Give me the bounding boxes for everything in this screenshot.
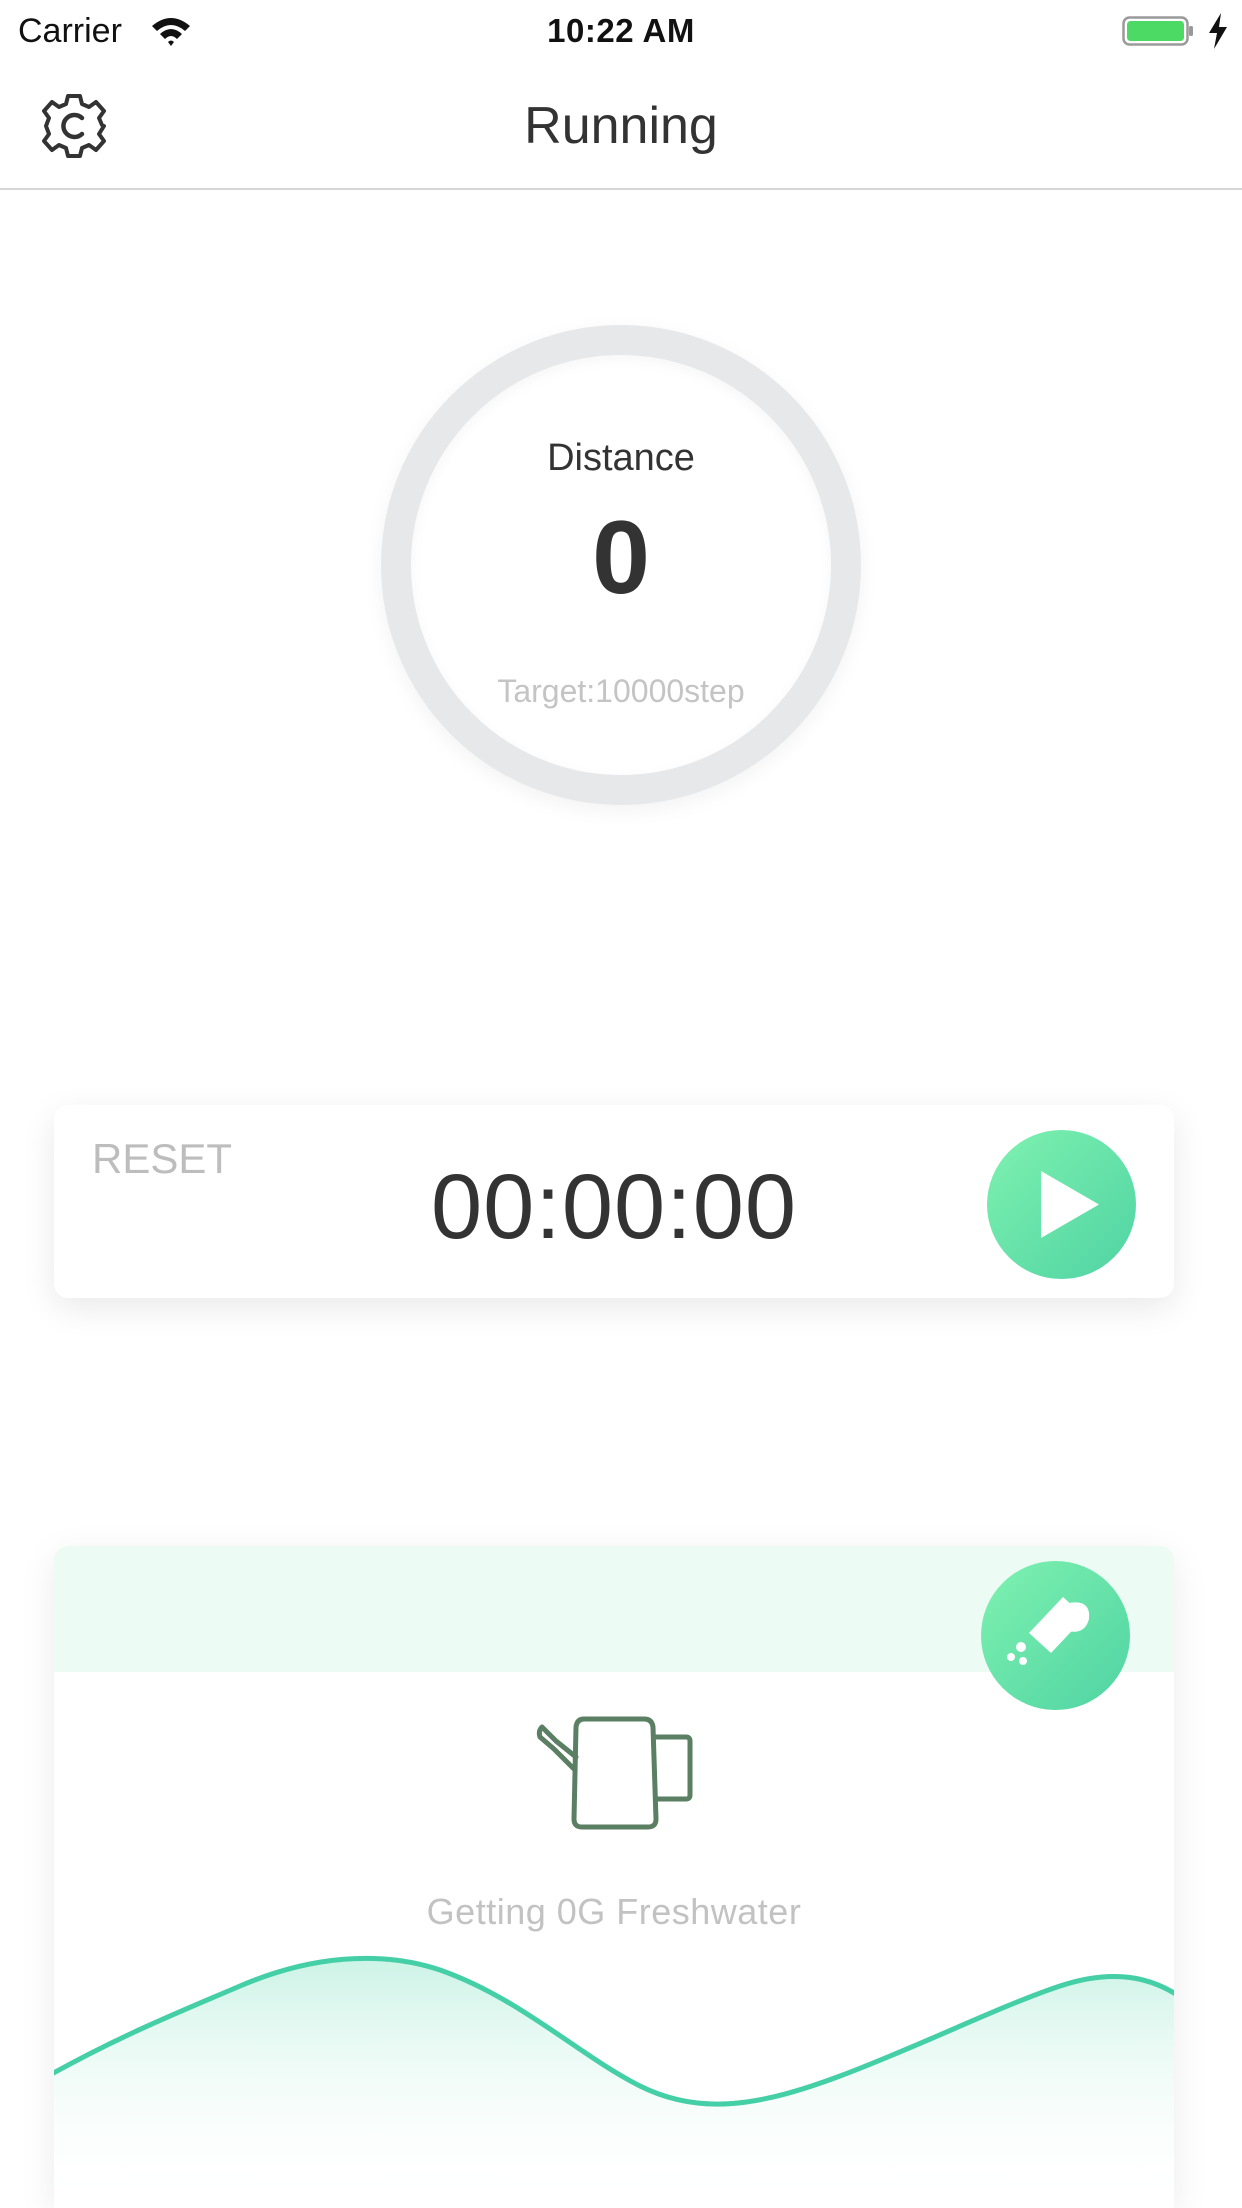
play-icon: [1041, 1171, 1099, 1238]
watering-can-icon: [536, 1716, 693, 1830]
timer-card: RESET 00:00:00: [54, 1105, 1174, 1298]
distance-progress-ring: Distance 0 Target:10000step: [381, 325, 861, 805]
watering-icon: [1007, 1597, 1090, 1665]
water-wave-graphic: [54, 1955, 1174, 2208]
distance-value: 0: [592, 500, 650, 616]
status-bar: Carrier 10:22 AM: [0, 0, 1242, 62]
battery-icon: [1122, 16, 1193, 46]
nav-bar: Running: [0, 62, 1242, 190]
play-button[interactable]: [987, 1130, 1136, 1279]
water-button[interactable]: [981, 1561, 1130, 1710]
distance-label: Distance: [547, 437, 695, 479]
clock: 10:22 AM: [547, 12, 695, 49]
charging-bolt-icon: [1209, 13, 1227, 49]
water-card: Getting 0G Freshwater: [54, 1546, 1174, 2208]
distance-target: Target:10000step: [497, 673, 745, 709]
page-title: Running: [524, 97, 718, 155]
